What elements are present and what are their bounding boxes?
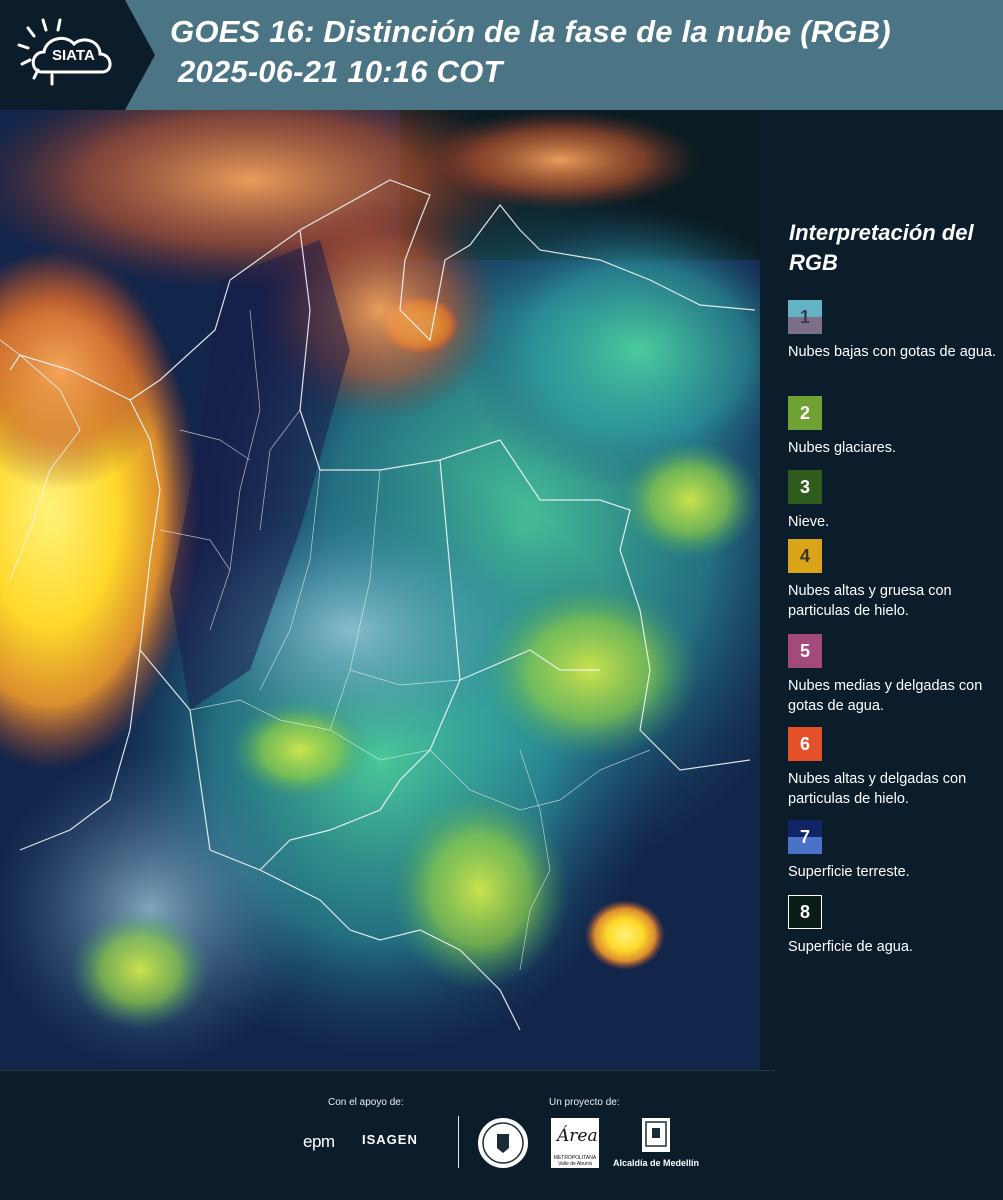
header-bar: SIATA GOES 16: Distinción de la fase de … bbox=[0, 0, 1003, 110]
footer-vertical-divider bbox=[458, 1116, 459, 1168]
footer: Con el apoyo de: Un proyecto de: epm ISA… bbox=[0, 1070, 1003, 1200]
area-logo-subtext: METROPOLITANA Valle de Aburrá bbox=[553, 1155, 597, 1167]
legend-label-8: Superficie de agua. bbox=[788, 939, 913, 955]
legend-swatch-8: 8 bbox=[788, 895, 822, 929]
legend-swatch-5: 5 bbox=[788, 634, 822, 668]
legend-title: Interpretación del RGB bbox=[789, 220, 974, 275]
logo-text: SIATA bbox=[52, 47, 95, 64]
legend-label-5: Nubes medias y delgadas con gotas de agu… bbox=[788, 678, 983, 714]
seal-logo bbox=[478, 1118, 528, 1168]
legend-panel: Interpretación del RGB 1 Nubes bajas con… bbox=[760, 110, 1003, 1070]
page-title: GOES 16: Distinción de la fase de la nub… bbox=[170, 14, 891, 49]
epm-logo: epm bbox=[303, 1132, 335, 1151]
support-label: Con el apoyo de: bbox=[328, 1097, 404, 1108]
satellite-map[interactable] bbox=[0, 110, 760, 1070]
timestamp: 2025-06-21 10:16 COT bbox=[178, 54, 503, 89]
legend-label-6: Nubes altas y delgadas con particulas de… bbox=[788, 771, 967, 807]
footer-divider bbox=[0, 1070, 775, 1071]
legend-swatch-3: 3 bbox=[788, 470, 822, 504]
legend-swatch-2: 2 bbox=[788, 396, 822, 430]
area-metropolitana-logo: Área METROPOLITANA Valle de Aburrá bbox=[551, 1118, 599, 1168]
legend-swatch-7: 7 bbox=[788, 820, 822, 854]
project-label: Un proyecto de: bbox=[549, 1097, 620, 1108]
isagen-logo: ISAGEN bbox=[362, 1132, 418, 1147]
legend-label-7: Superficie terreste. bbox=[788, 864, 910, 880]
legend-label-4: Nubes altas y gruesa con particulas de h… bbox=[788, 583, 952, 619]
area-logo-text: Área bbox=[557, 1126, 598, 1146]
legend-swatch-1: 1 bbox=[788, 300, 822, 334]
legend-label-3: Nieve. bbox=[788, 514, 830, 530]
medellin-label: Alcaldía de Medellín bbox=[613, 1158, 700, 1168]
legend-swatch-4: 4 bbox=[788, 539, 822, 573]
siata-logo: SIATA bbox=[0, 0, 155, 110]
medellin-shield-icon bbox=[642, 1118, 670, 1152]
legend-swatch-6: 6 bbox=[788, 727, 822, 761]
legend-label-1: Nubes bajas con gotas de agua. bbox=[788, 344, 996, 360]
legend-label-2: Nubes glaciares. bbox=[788, 440, 896, 456]
